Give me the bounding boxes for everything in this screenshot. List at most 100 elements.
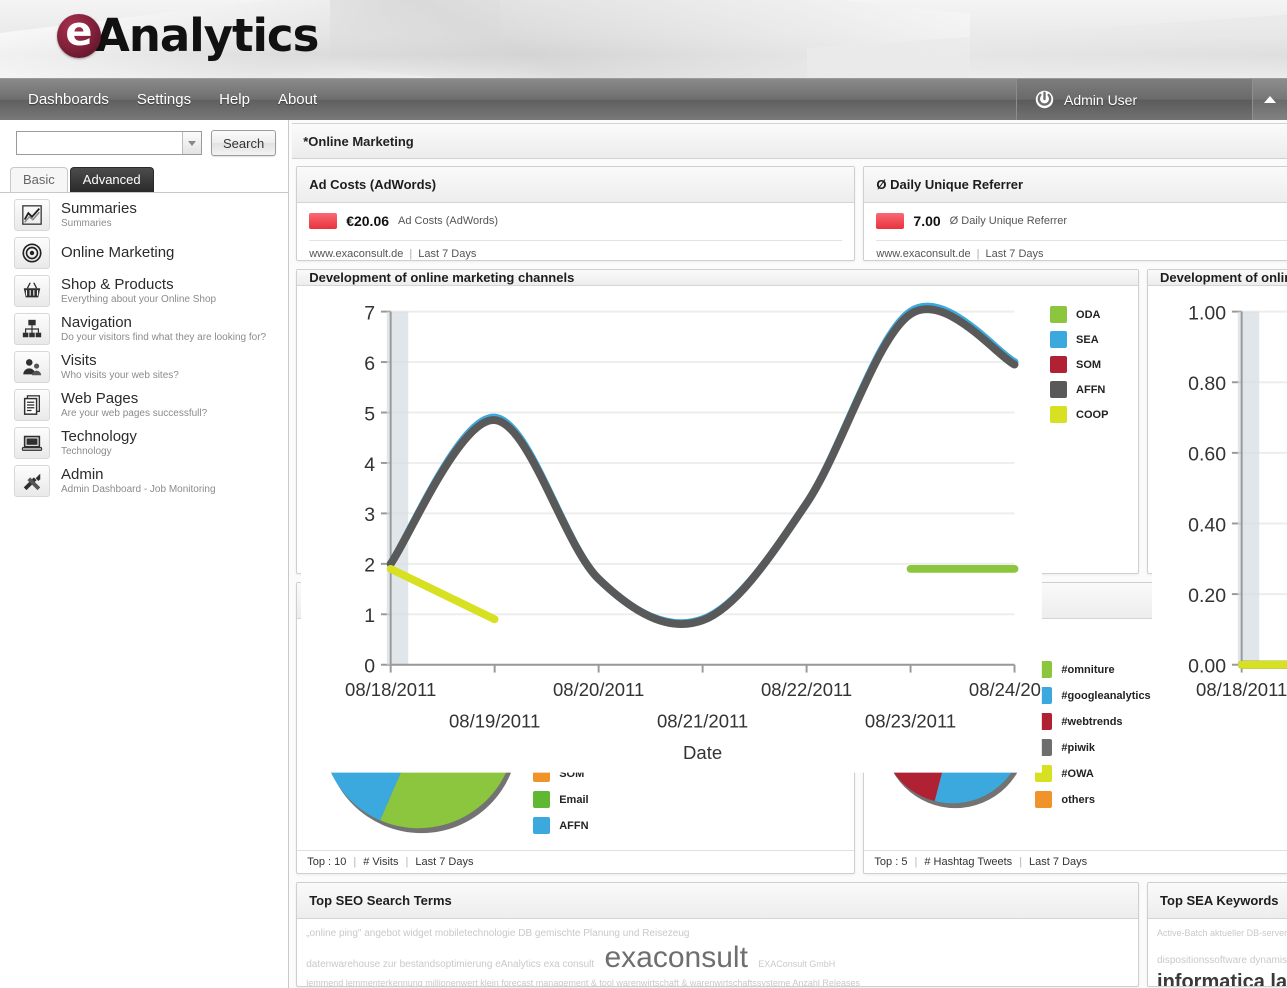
legend-item[interactable]: AFFN: [533, 817, 589, 834]
nav-item-about[interactable]: About: [264, 79, 331, 121]
legend-item[interactable]: SOM: [1050, 356, 1134, 373]
kpi-period: Last 7 Days: [418, 248, 477, 260]
sitemap-icon: [14, 313, 50, 345]
legend-item[interactable]: #piwik: [1035, 739, 1150, 756]
chart-plot: 0 1 2 3 4 5 6 7 08/18/2011 08/19/2011 08/20/2011 08…: [301, 292, 1060, 773]
sidebar-item-web-pages[interactable]: Web Pages Are your web pages successfull…: [0, 386, 288, 424]
cloud-term-right: EXAConsult GmbH: [758, 958, 836, 969]
target-icon: [14, 237, 50, 269]
cloud-row: Top SEO Search Terms „online ping" angeb…: [296, 882, 1287, 987]
tab-basic[interactable]: Basic: [10, 167, 68, 192]
laptop-icon: [14, 427, 50, 459]
collapse-panel-button[interactable]: [1252, 79, 1287, 120]
legend-swatch: [533, 817, 551, 834]
legend-label: ODA: [1076, 308, 1101, 321]
pie-footer: Top : 10 | # Visits | Last 7 Days: [297, 850, 855, 873]
kpi-site: www.exaconsult.de: [876, 248, 971, 260]
search-combobox[interactable]: [16, 131, 202, 155]
nav-items: Dashboards Settings Help About: [0, 79, 1016, 120]
cloud-body: Active-Batch aktueller DB-server auftrag…: [1148, 919, 1287, 986]
cloud-line: Active-Batch aktueller DB-server auftrag…: [1157, 925, 1287, 939]
svg-text:1.00: 1.00: [1188, 302, 1226, 324]
combo-dropdown-button[interactable]: [182, 132, 201, 154]
chart-title: Development of online marketing channels: [297, 270, 1139, 286]
sidebar-item-text: Admin Admin Dashboard - Job Monitoring: [61, 466, 216, 495]
legend-item[interactable]: Email: [533, 791, 589, 808]
cloud-terms-line3: informatica lagger optimierung Logistikw…: [1157, 971, 1287, 986]
cloud-highlight-term[interactable]: exaconsult: [605, 940, 748, 975]
legend-item[interactable]: #OWA: [1035, 765, 1150, 782]
kpi-color-swatch: [309, 213, 338, 229]
cloud-terms-line1: Active-Batch aktueller DB-server auftrag…: [1157, 928, 1287, 938]
nav-item-dashboards[interactable]: Dashboards: [14, 79, 123, 121]
svg-text:08/19/2011: 08/19/2011: [449, 710, 540, 731]
sidebar-item-shop-products[interactable]: Shop & Products Everything about your On…: [0, 272, 288, 310]
kpi-body: 7.00 Ø Daily Unique Referrer www.exacons…: [864, 203, 1287, 260]
sidebar: Search Basic Advanced Summaries Summarie…: [0, 120, 290, 988]
kpi-label: Ø Daily Unique Referrer: [949, 215, 1068, 227]
legend-swatch: [1050, 406, 1068, 423]
cloud-body: „online ping" angebot widget mobiletechn…: [297, 919, 1138, 986]
footer-top-value: 5: [901, 856, 908, 868]
sidebar-item-online-marketing[interactable]: Online Marketing: [0, 234, 288, 272]
sidebar-item-technology[interactable]: Technology Technology: [0, 424, 288, 462]
sidebar-item-admin[interactable]: Admin Admin Dashboard - Job Monitoring: [0, 462, 288, 500]
sidebar-item-text: Online Marketing: [61, 244, 174, 262]
sidebar-item-sub: Do your visitors find what they are look…: [61, 331, 267, 343]
svg-text:0.60: 0.60: [1188, 444, 1226, 466]
sidebar-item-title: Visits: [61, 352, 97, 369]
legend-label: AFFN: [1076, 383, 1106, 396]
chart-icon: [14, 199, 50, 231]
sidebar-item-title: Navigation: [61, 314, 132, 331]
line-chart-row: Development of online marketing channels…: [296, 269, 1287, 773]
svg-text:Date: Date: [683, 742, 722, 763]
svg-text:08/21/2011: 08/21/2011: [657, 710, 748, 731]
cloud-title: Top SEO Search Terms: [297, 883, 1139, 919]
legend-swatch: [533, 791, 551, 808]
legend-item[interactable]: COOP: [1050, 406, 1134, 423]
dashboard-board: Ad Costs (AdWords) €20.06 Ad Costs (AdWo…: [289, 159, 1287, 988]
logo-letter: e: [65, 8, 93, 55]
nav-item-help[interactable]: Help: [205, 79, 264, 121]
footer-top-value: 10: [334, 856, 347, 868]
kpi-value: 7.00: [913, 213, 941, 229]
sidebar-item-navigation[interactable]: Navigation Do your visitors find what th…: [0, 310, 288, 348]
sidebar-item-text: Technology Technology: [61, 428, 137, 457]
footer-period: Last 7 Days: [415, 856, 474, 868]
nav-item-settings[interactable]: Settings: [123, 79, 205, 121]
legend-swatch: [1035, 791, 1053, 808]
kpi-footer: www.exaconsult.de | Last 7 Days: [309, 248, 477, 260]
legend-item[interactable]: SEA: [1050, 331, 1134, 348]
sidebar-item-sub: Everything about your Online Shop: [61, 293, 217, 305]
sidebar-item-title: Summaries: [61, 200, 137, 217]
legend-label: AFFN: [559, 819, 589, 832]
legend-label: others: [1061, 793, 1096, 806]
legend-item[interactable]: #omniture: [1035, 661, 1150, 678]
legend-label: COOP: [1076, 408, 1109, 421]
tab-advanced[interactable]: Advanced: [69, 167, 154, 192]
legend-item[interactable]: #webtrends: [1035, 713, 1150, 730]
cloud-panel-sea: Top SEA Keywords Active-Batch aktueller …: [1147, 882, 1287, 987]
legend-item[interactable]: ODA: [1050, 306, 1134, 323]
sidebar-item-title: Admin: [61, 466, 104, 483]
sidebar-item-text: Visits Who visits your web sites?: [61, 352, 179, 381]
chart-panel-0: Development of online marketing channels…: [296, 269, 1140, 773]
search-input[interactable]: [17, 132, 182, 154]
cloud-terms-line4: lemmend lemmenterkennung millionenwert k…: [306, 978, 860, 986]
cloud-line: informatica lagger optimierung Logistikw…: [1157, 971, 1287, 986]
chart-title: Development of online marketing channels: [1148, 270, 1287, 286]
sidebar-item-visits[interactable]: Visits Who visits your web sites?: [0, 348, 288, 386]
sidebar-item-sub: Technology: [61, 445, 112, 457]
sidebar-item-summaries[interactable]: Summaries Summaries: [0, 196, 288, 234]
legend-item[interactable]: AFFN: [1050, 381, 1134, 398]
svg-text:0.80: 0.80: [1188, 373, 1226, 395]
legend-label: #googleanalytics: [1061, 689, 1151, 702]
legend-item[interactable]: #googleanalytics: [1035, 687, 1151, 704]
svg-text:7: 7: [364, 302, 375, 324]
dashboard-content: Ad Costs (AdWords) €20.06 Ad Costs (AdWo…: [289, 159, 1287, 988]
kpi-card-referrer: Ø Daily Unique Referrer 7.00 Ø Daily Uni…: [863, 166, 1287, 261]
svg-text:08/24/2011: 08/24/2011: [969, 679, 1042, 700]
user-menu[interactable]: Admin User: [1016, 79, 1252, 120]
search-button[interactable]: Search: [211, 130, 277, 156]
legend-item[interactable]: others: [1035, 791, 1150, 808]
